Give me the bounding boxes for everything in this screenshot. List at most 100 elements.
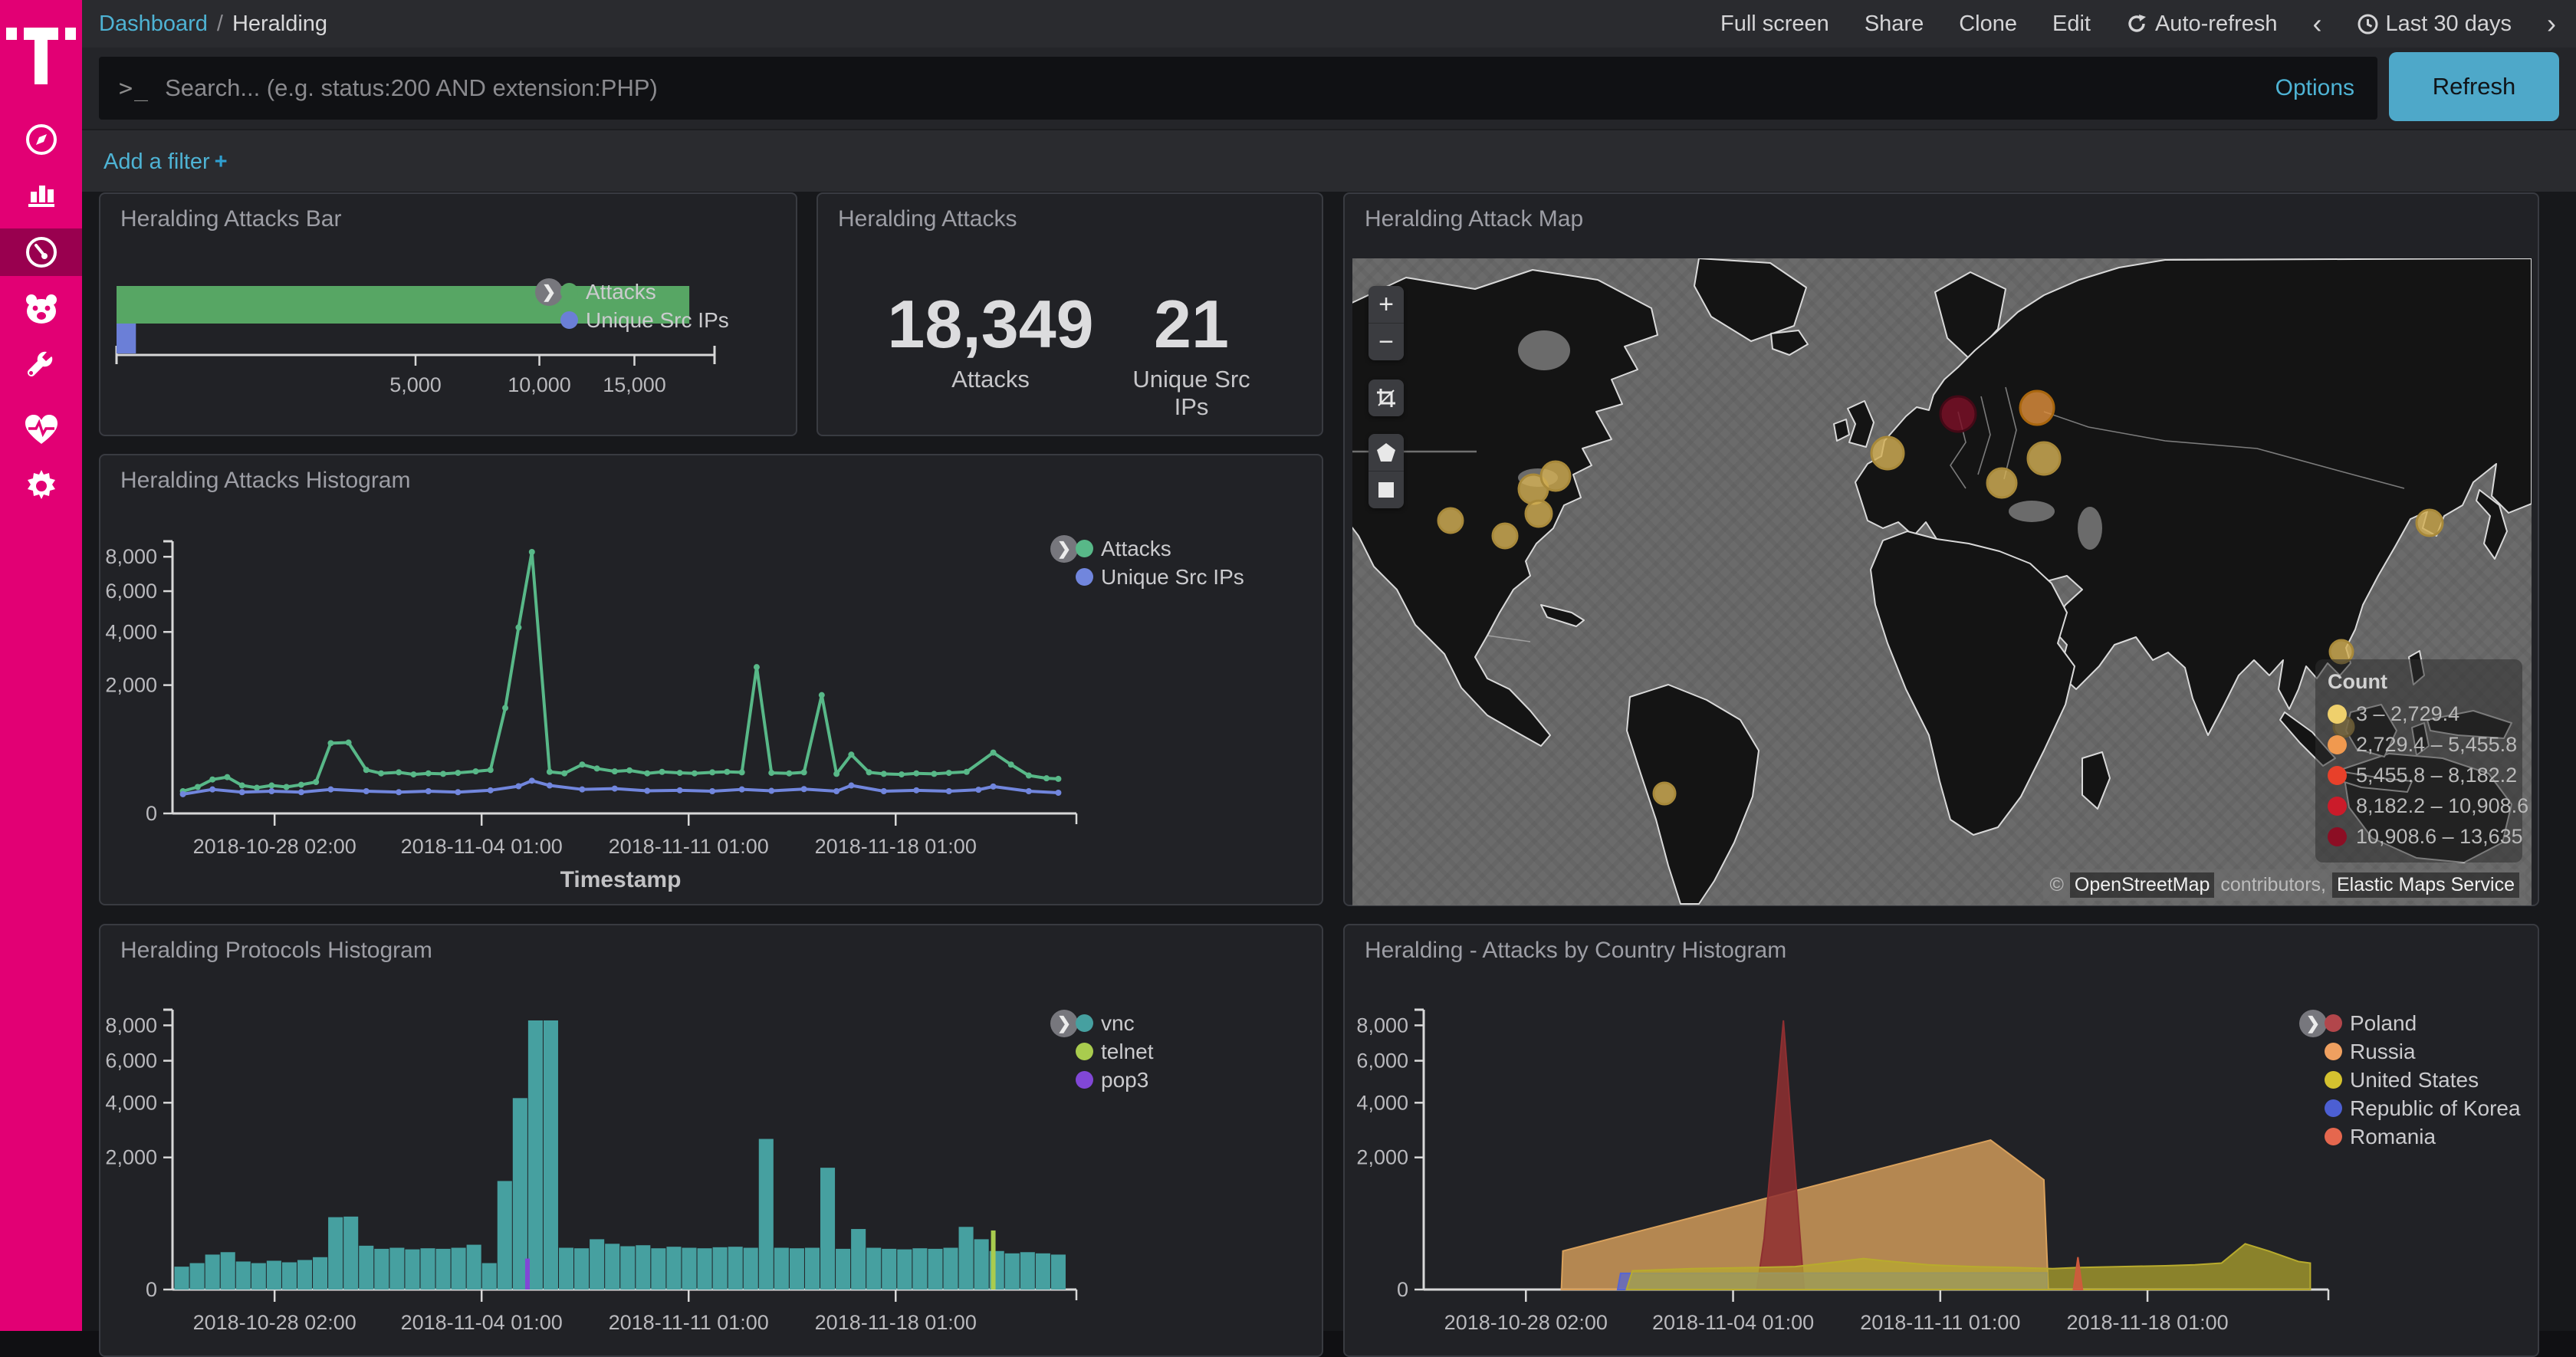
breadcrumb: Dashboard / Heralding	[99, 12, 327, 37]
search-input[interactable]	[163, 74, 2275, 103]
svg-text:2,000: 2,000	[105, 1146, 157, 1169]
top-navbar: Dashboard / Heralding Full screen Share …	[82, 0, 2576, 48]
legend-item[interactable]: Attacks	[560, 278, 729, 306]
sidebar-item-visualize[interactable]	[0, 169, 82, 218]
sidebar-item-discover[interactable]	[0, 115, 82, 164]
legend-label: Unique Src IPs	[586, 308, 729, 333]
panel-title: Heralding Protocols Histogram	[120, 938, 432, 964]
legend-toggle[interactable]: ❯	[2299, 1010, 2327, 1037]
svg-text:8,000: 8,000	[105, 1014, 157, 1037]
draw-polygon-button[interactable]	[1368, 434, 1404, 472]
legend-item[interactable]: Attacks	[1076, 534, 1244, 563]
legend-dot	[1076, 1071, 1093, 1089]
panel-protocols-histogram: Heralding Protocols Histogram 02,0004,00…	[99, 924, 1323, 1357]
attack-marker[interactable]	[1526, 501, 1552, 527]
map-fit-control	[1368, 380, 1404, 416]
svg-text:2018-10-28 02:00: 2018-10-28 02:00	[193, 1311, 356, 1332]
ems-link[interactable]: Elastic Maps Service	[2332, 872, 2519, 898]
sidebar-item-management[interactable]	[0, 462, 82, 511]
attack-marker[interactable]	[1654, 783, 1675, 804]
breadcrumb-dashboard-link[interactable]: Dashboard	[99, 12, 208, 37]
clone-button[interactable]: Clone	[1959, 12, 2017, 37]
legend-label: Poland	[2350, 1011, 2417, 1036]
sidebar-item-tpot[interactable]	[0, 285, 82, 334]
svg-text:2018-11-18 01:00: 2018-11-18 01:00	[815, 835, 977, 858]
terminal-prompt-icon: >_	[119, 75, 150, 102]
legend-label: Attacks	[586, 280, 656, 304]
attack-marker[interactable]	[1940, 396, 1976, 432]
add-filter-link[interactable]: Add a filter+	[104, 150, 228, 175]
time-picker[interactable]: Last 30 days	[2358, 12, 2512, 37]
attack-marker[interactable]	[2417, 510, 2443, 536]
panel-title: Heralding Attacks Bar	[120, 206, 341, 232]
attack-marker[interactable]	[1493, 524, 1517, 548]
legend-toggle[interactable]: ❯	[1050, 1010, 1078, 1037]
attack-marker[interactable]	[1987, 468, 2016, 498]
compass-icon	[25, 123, 58, 156]
legend-dot	[2325, 1099, 2342, 1117]
crop-bounds-button[interactable]	[1368, 380, 1404, 416]
auto-refresh-button[interactable]: Auto-refresh	[2126, 12, 2278, 37]
clock-icon	[2358, 14, 2378, 34]
bar-chart-icon	[25, 176, 58, 210]
legend-toggle[interactable]: ❯	[535, 278, 563, 306]
options-link[interactable]: Options	[2275, 75, 2354, 101]
map-legend-range: 2,729.4 – 5,455.8	[2356, 733, 2517, 757]
legend-item[interactable]: pop3	[1076, 1066, 1154, 1094]
sidebar-item-devtools[interactable]	[0, 343, 82, 393]
edit-button[interactable]: Edit	[2052, 12, 2091, 37]
full-screen-button[interactable]: Full screen	[1720, 12, 1829, 37]
legend-toggle[interactable]: ❯	[1050, 535, 1078, 563]
protocols-histogram-chart[interactable]: 02,0004,0006,0008,0002018-10-28 02:00201…	[100, 925, 1325, 1332]
attack-marker[interactable]	[2020, 391, 2054, 425]
search-bar-row: >_ Options Refresh	[82, 48, 2576, 129]
legend-item[interactable]: United States	[2325, 1066, 2521, 1094]
legend-item[interactable]: Russia	[2325, 1037, 2521, 1066]
svg-text:8,000: 8,000	[105, 545, 157, 568]
share-button[interactable]: Share	[1865, 12, 1924, 37]
legend-item[interactable]: telnet	[1076, 1037, 1154, 1066]
draw-rectangle-button[interactable]	[1368, 472, 1404, 508]
svg-text:2018-11-11 01:00: 2018-11-11 01:00	[1860, 1311, 2020, 1332]
filter-bar: Add a filter+	[82, 129, 2576, 193]
attacks-histogram-chart[interactable]: 02,0004,0006,0008,0002018-10-28 02:00201…	[100, 455, 1325, 907]
refresh-button[interactable]: Refresh	[2389, 52, 2559, 121]
zoom-out-button[interactable]: −	[1368, 324, 1404, 360]
legend-label: telnet	[1101, 1040, 1154, 1064]
legend-dot	[1076, 540, 1093, 557]
map-legend-range: 10,908.6 – 13,635	[2356, 825, 2523, 849]
attack-marker[interactable]	[2028, 442, 2060, 475]
map-zoom-controls: + −	[1368, 286, 1404, 360]
zoom-in-button[interactable]: +	[1368, 286, 1404, 324]
sidebar	[0, 0, 82, 1331]
bear-icon	[23, 293, 60, 327]
legend-dot	[560, 283, 578, 301]
legend-item[interactable]: Unique Src IPs	[1076, 563, 1244, 591]
legend-item[interactable]: Republic of Korea	[2325, 1094, 2521, 1122]
attack-marker[interactable]	[1871, 437, 1904, 469]
hudson-bay	[1518, 330, 1570, 370]
rectangle-icon	[1377, 481, 1395, 499]
attack-marker[interactable]	[1438, 508, 1463, 533]
metric-unique-src-ips: 21 Unique Src IPs	[1126, 291, 1257, 421]
svg-text:2,000: 2,000	[1356, 1146, 1408, 1169]
world-map[interactable]: + −	[1352, 258, 2532, 905]
t-mobile-logo[interactable]	[0, 17, 82, 94]
sidebar-item-monitoring[interactable]	[0, 405, 82, 454]
black-sea	[2009, 501, 2055, 522]
legend-item[interactable]: Poland	[2325, 1009, 2521, 1037]
britain	[1848, 401, 1874, 447]
svg-text:2,000: 2,000	[105, 674, 157, 697]
time-back-chevron[interactable]: ‹	[2313, 10, 2322, 38]
legend-item[interactable]: Romania	[2325, 1122, 2521, 1151]
map-legend-dot	[2328, 766, 2347, 785]
attack-marker[interactable]	[1541, 462, 1570, 491]
osm-link[interactable]: OpenStreetMap	[2070, 872, 2215, 898]
sidebar-item-dashboard[interactable]	[0, 228, 82, 276]
legend-item[interactable]: Unique Src IPs	[560, 306, 729, 334]
legend: vnc telnetpop3	[1076, 1009, 1154, 1094]
svg-text:15,000: 15,000	[603, 373, 666, 396]
time-forward-chevron[interactable]: ›	[2547, 10, 2556, 38]
legend-item[interactable]: vnc	[1076, 1009, 1154, 1037]
svg-text:6,000: 6,000	[1356, 1050, 1408, 1073]
